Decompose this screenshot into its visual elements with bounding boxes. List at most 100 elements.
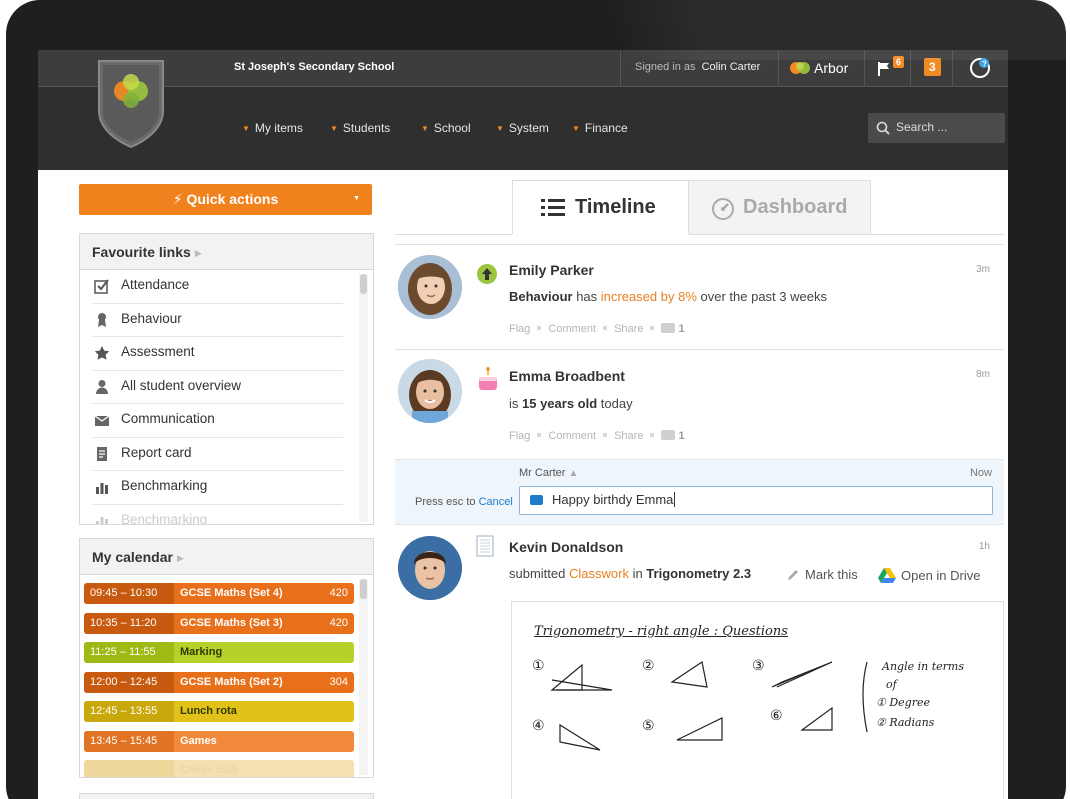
search-input[interactable]: Search ...	[868, 113, 1005, 143]
avatar-emily-parker[interactable]	[398, 255, 462, 319]
comment-bubble-icon	[530, 495, 543, 505]
comment-action[interactable]: Comment	[548, 430, 596, 442]
fav-link-attendance[interactable]: Attendance	[92, 270, 343, 304]
app-screen: St Joseph's Secondary School Signed in a…	[38, 50, 1008, 799]
award-ribbon-icon	[98, 312, 106, 327]
feed-student-name[interactable]: Emma Broadbent	[509, 368, 625, 384]
calendar-event[interactable]: 11:25 – 11:55 Marking	[84, 642, 354, 663]
top-bar: St Joseph's Secondary School Signed in a…	[38, 50, 1008, 87]
star-icon	[94, 346, 110, 360]
nav-label: System	[508, 121, 549, 135]
chevron-down-icon: ▼	[353, 195, 360, 202]
arrow-up-icon	[477, 264, 497, 284]
avatar-emma-broadbent[interactable]	[398, 359, 462, 423]
favourites-scroll-thumb[interactable]	[360, 274, 367, 294]
my-calendar-heading: My calendar	[92, 549, 173, 565]
signed-in-user[interactable]: Colin Carter	[702, 61, 761, 73]
nav-finance[interactable]: ▼ Finance	[572, 121, 628, 135]
flags-button[interactable]: 6	[864, 50, 910, 87]
lightning-icon: ⚡	[172, 191, 183, 207]
avatar-portrait	[398, 536, 462, 600]
nav-my-items[interactable]: ▼ My items	[242, 121, 303, 135]
desc-text: today	[597, 396, 633, 411]
fav-link-benchmarking-2[interactable]: Benchmarking	[92, 505, 343, 524]
calendar-event[interactable]: 09:45 – 10:30 GCSE Maths (Set 4) 420	[84, 583, 354, 604]
calendar-scrollbar[interactable]	[359, 579, 368, 775]
bar-chart-icon	[96, 483, 108, 494]
help-button[interactable]: ?	[952, 50, 1008, 87]
fav-link-report-card[interactable]: Report card	[92, 438, 343, 471]
favourite-links-title[interactable]: Favourite links ▶	[80, 234, 373, 270]
calendar-scroll-thumb[interactable]	[360, 579, 367, 599]
feed-student-name[interactable]: Emily Parker	[509, 262, 594, 278]
document-icon	[97, 446, 107, 461]
tab-dashboard[interactable]: Dashboard	[689, 180, 871, 235]
feed-student-name[interactable]: Kevin Donaldson	[509, 539, 623, 555]
feed-divider	[395, 349, 1004, 350]
flag-action[interactable]: Flag	[509, 430, 530, 442]
flag-count-badge: 6	[893, 56, 905, 68]
fav-link-assessment[interactable]: Assessment	[92, 337, 343, 371]
worksheet-preview[interactable]: Trigonometry - right angle : Questions ①…	[511, 601, 1004, 799]
calendar-event[interactable]: 12:00 – 12:45 GCSE Maths (Set 2) 304	[84, 671, 354, 693]
quick-actions-button[interactable]: ⚡ Quick actions ▼	[79, 184, 372, 215]
comment-count[interactable]: 1	[678, 430, 684, 442]
fav-link-communication[interactable]: Communication	[92, 404, 343, 438]
flag-action[interactable]: Flag	[509, 323, 530, 335]
calendar-event[interactable]: 10:35 – 11:20 GCSE Maths (Set 3) 420	[84, 612, 354, 634]
school-name[interactable]: St Joseph's Secondary School	[234, 61, 394, 73]
feed-actions: Flag Comment Share 1	[509, 430, 685, 442]
share-action[interactable]: Share	[614, 430, 643, 442]
fav-link-behaviour[interactable]: Behaviour	[92, 304, 343, 337]
tab-timeline-label: Timeline	[575, 196, 656, 218]
calendar-event-name: GCSE Maths (Set 4)	[180, 587, 283, 599]
list-icon	[541, 199, 565, 216]
svg-text:④: ④	[532, 717, 545, 733]
calendar-event[interactable]: 15:00 – 16:00 Chess club	[84, 760, 354, 777]
notifications-button[interactable]: 3	[910, 50, 952, 87]
calendar-event-time: 12:00 – 12:45	[84, 671, 174, 693]
search-icon	[876, 121, 890, 135]
fav-link-label: All student overview	[121, 377, 242, 393]
desc-text: submitted	[509, 566, 569, 581]
nav-label: Students	[342, 121, 391, 135]
desc-bold: Trigonometry 2.3	[646, 566, 752, 581]
arbor-brand[interactable]: Arbor	[778, 50, 864, 87]
comment-action[interactable]: Comment	[548, 323, 596, 335]
calendar-event-name: Marking	[180, 646, 223, 658]
quick-actions-label: Quick actions	[186, 191, 279, 207]
mark-this-button[interactable]: Mark this	[786, 567, 858, 582]
school-shield-logo[interactable]	[96, 58, 166, 148]
comment-input[interactable]: Happy birthdy Emma	[519, 486, 993, 515]
open-in-drive-button[interactable]: Open in Drive	[878, 567, 980, 583]
calendar-event-time: 12:45 – 13:55	[84, 701, 174, 722]
calendar-event[interactable]: 13:45 – 15:45 Games	[84, 730, 354, 752]
tab-timeline[interactable]: Timeline	[512, 180, 689, 235]
fav-link-benchmarking[interactable]: Benchmarking	[92, 471, 343, 505]
nav-school[interactable]: ▼ School	[421, 121, 471, 135]
nav-system[interactable]: ▼ System	[496, 121, 549, 135]
signed-in-info[interactable]: Signed in as Colin Carter	[620, 50, 772, 87]
fav-link-label: Behaviour	[121, 310, 182, 326]
comment-count[interactable]: 1	[678, 323, 684, 335]
desc-highlight[interactable]: Classwork	[569, 566, 629, 581]
calendar-event[interactable]: 12:45 – 13:55 Lunch rota	[84, 701, 354, 722]
nav-students[interactable]: ▼ Students	[330, 121, 390, 135]
favourite-links-heading: Favourite links	[92, 244, 191, 260]
cancel-link[interactable]: Cancel	[479, 496, 513, 508]
fav-link-label: Assessment	[121, 344, 195, 359]
favourites-scrollbar[interactable]	[359, 274, 368, 522]
my-calendar-title[interactable]: My calendar ▶	[80, 539, 373, 575]
nav-label: Finance	[584, 121, 628, 135]
gauge-icon	[712, 198, 734, 220]
share-action[interactable]: Share	[614, 323, 643, 335]
press-esc-text: Press esc to	[415, 496, 476, 508]
reply-author: Mr Carter ▲	[519, 467, 578, 479]
worksheet-note: ① Degree	[876, 696, 931, 709]
desc-highlight[interactable]: increased by 8%	[601, 289, 697, 304]
calendar-event-count: 304	[329, 675, 348, 688]
comment-reply-area: Mr Carter ▲ Now Press esc to Cancel Happ…	[395, 459, 1004, 525]
calendar-event-count: 420	[329, 587, 348, 599]
fav-link-all-student-overview[interactable]: All student overview	[92, 371, 343, 404]
avatar-kevin-donaldson[interactable]	[398, 536, 462, 600]
